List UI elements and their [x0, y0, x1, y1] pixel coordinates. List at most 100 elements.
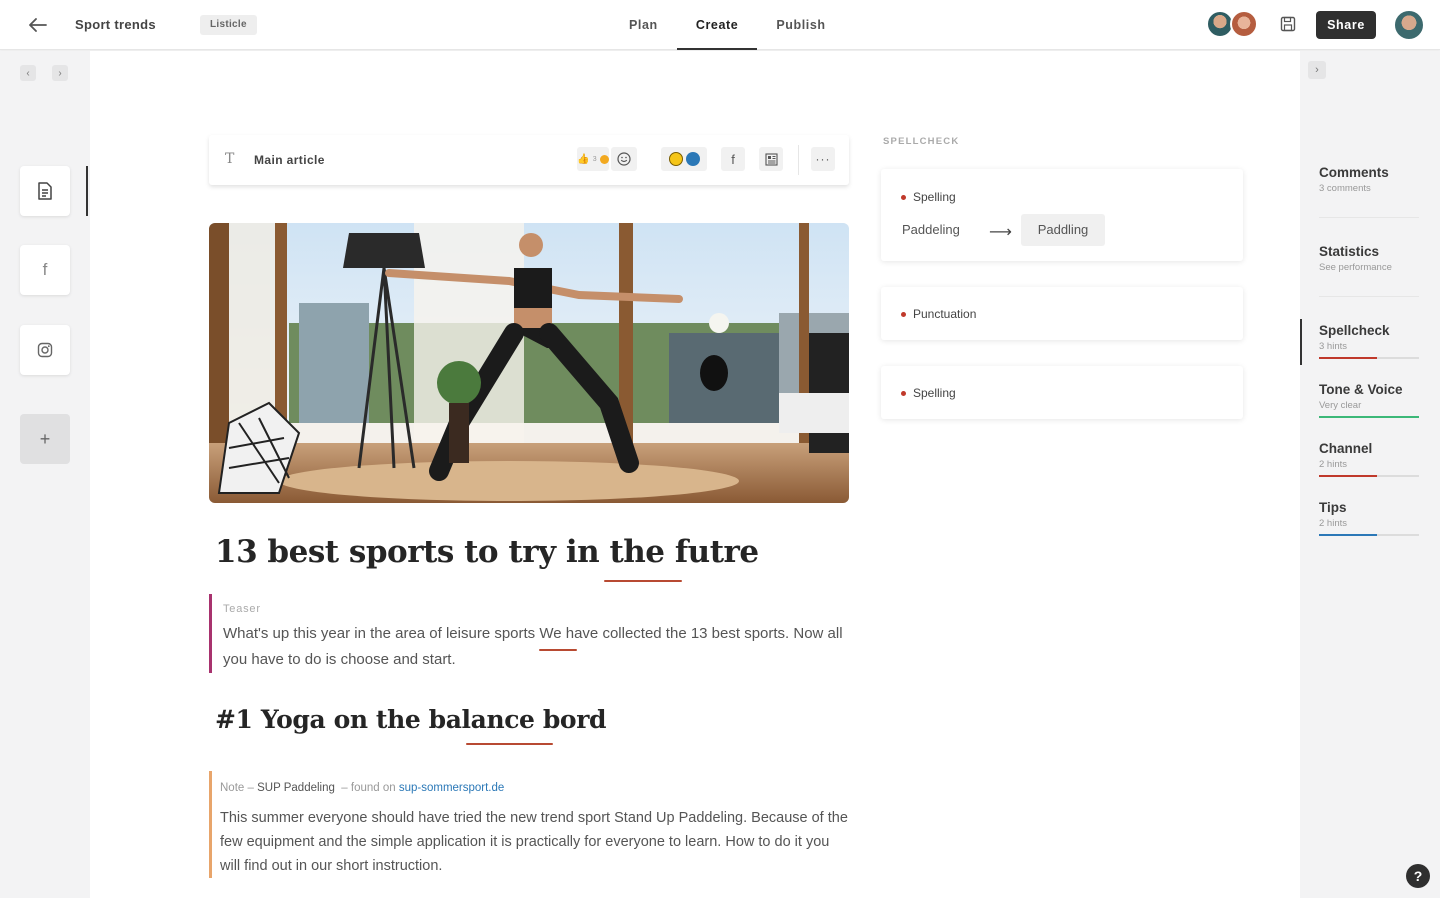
- sidebar-item-title: Tone & Voice: [1319, 382, 1403, 397]
- hero-image[interactable]: [209, 223, 849, 503]
- block-toolbar: T Main article 👍 3 f ···: [209, 135, 849, 185]
- arrow-left-icon: [29, 18, 47, 32]
- sidebar-item-subtitle: See performance: [1319, 262, 1392, 273]
- error-dot-icon: [901, 311, 906, 317]
- spelling-error-underline[interactable]: [604, 580, 682, 582]
- toolbar-divider: [798, 145, 799, 175]
- document-type-badge: Listicle: [200, 15, 257, 35]
- sidebar-item-title: Tips: [1319, 500, 1347, 515]
- facebook-share-button[interactable]: f: [721, 147, 745, 171]
- smiley-icon: [599, 154, 609, 164]
- spellcheck-card-title: Spelling: [901, 386, 956, 400]
- workflow-tabs: Plan Create Publish: [610, 0, 845, 50]
- chevron-left-icon: ‹: [26, 67, 30, 79]
- tab-create[interactable]: Create: [676, 0, 758, 50]
- rail-prev-button[interactable]: ‹: [20, 65, 36, 81]
- progress-fill: [1319, 416, 1419, 418]
- block-label: Main article: [254, 153, 325, 167]
- add-channel-button[interactable]: +: [20, 414, 70, 464]
- spellcheck-card[interactable]: Punctuation: [881, 287, 1243, 340]
- top-bar: Sport trends Listicle Plan Create Publis…: [0, 0, 1440, 50]
- progress-bar: [1319, 357, 1419, 359]
- sidebar-item-tips[interactable]: Tips 2 hints: [1319, 500, 1419, 536]
- facebook-icon: f: [731, 151, 735, 167]
- channel-article-button[interactable]: [20, 166, 70, 216]
- spellcheck-card-title: Spelling: [901, 190, 956, 204]
- teaser-block[interactable]: Teaser What's up this year in the area o…: [209, 594, 849, 673]
- spellcheck-card[interactable]: Spelling Paddeling ⟶ Paddling: [881, 169, 1243, 261]
- assignee-icon: [685, 152, 700, 166]
- progress-bar: [1319, 475, 1419, 477]
- reaction-count: 3: [592, 155, 597, 163]
- progress-fill: [1319, 475, 1377, 477]
- yoga-photo: [209, 223, 849, 503]
- rail-active-indicator: [86, 166, 88, 216]
- teaser-text[interactable]: What's up this year in the area of leisu…: [223, 621, 843, 673]
- spellcheck-card[interactable]: Spelling: [881, 366, 1243, 419]
- section-heading[interactable]: #1 Yoga on the balance bord: [215, 705, 606, 734]
- punctuation-error-underline[interactable]: [539, 649, 577, 651]
- sidebar-item-title: Channel: [1319, 441, 1373, 456]
- back-button[interactable]: [26, 13, 50, 37]
- save-button[interactable]: [1276, 12, 1300, 36]
- tab-plan[interactable]: Plan: [610, 0, 677, 50]
- collaborator-avatar[interactable]: [1230, 10, 1258, 38]
- sidebar-item-title: Comments: [1319, 165, 1389, 180]
- note-source-link[interactable]: sup-sommersport.de: [399, 782, 504, 794]
- newspaper-icon: [764, 152, 778, 166]
- article-headline[interactable]: 13 best sports to try in the futre: [215, 534, 759, 570]
- rail-next-button[interactable]: ›: [52, 65, 68, 81]
- document-title: Sport trends: [75, 17, 156, 32]
- chevron-right-icon: ›: [58, 67, 62, 79]
- sidebar-item-channel[interactable]: Channel 2 hints: [1319, 441, 1419, 477]
- insights-sidebar: › Comments 3 comments Statistics See per…: [1300, 51, 1440, 898]
- floppy-disk-icon: [1280, 16, 1296, 32]
- note-block[interactable]: Note – SUP Paddeling – found on sup-somm…: [209, 771, 849, 878]
- assignees-chip[interactable]: [661, 147, 707, 171]
- progress-fill: [1319, 534, 1377, 536]
- sidebar-item-subtitle: Very clear: [1319, 400, 1362, 411]
- progress-bar: [1319, 416, 1419, 418]
- user-avatar[interactable]: [1393, 9, 1425, 41]
- sidebar-item-comments[interactable]: Comments 3 comments: [1319, 165, 1419, 194]
- sidebar-item-tone-voice[interactable]: Tone & Voice Very clear: [1319, 382, 1419, 418]
- instagram-icon: [37, 342, 53, 358]
- sidebar-active-indicator: [1300, 319, 1302, 365]
- more-horizontal-icon: ···: [815, 152, 831, 166]
- thumbs-up-icon: 👍: [577, 153, 590, 165]
- progress-bar: [1319, 534, 1419, 536]
- add-reaction-button[interactable]: [611, 147, 637, 171]
- more-options-button[interactable]: ···: [811, 147, 835, 171]
- channel-instagram-button[interactable]: [20, 325, 70, 375]
- chevron-right-icon: ›: [1315, 64, 1319, 76]
- sidebar-item-spellcheck[interactable]: Spellcheck 3 hints: [1319, 323, 1419, 359]
- help-button[interactable]: ?: [1406, 864, 1430, 888]
- misspelled-word: Paddeling: [902, 222, 960, 237]
- teaser-label: Teaser: [223, 603, 261, 615]
- tab-publish[interactable]: Publish: [757, 0, 844, 50]
- plus-icon: +: [39, 428, 51, 449]
- editor-canvas: T Main article 👍 3 f ··· 13 best sports …: [90, 51, 1300, 898]
- share-button[interactable]: Share: [1316, 11, 1376, 39]
- assignee-icon: [668, 152, 683, 166]
- progress-fill: [1319, 357, 1377, 359]
- note-label: Note: [220, 782, 245, 794]
- reactions-chip[interactable]: 👍 3: [577, 147, 609, 171]
- spelling-error-underline[interactable]: [466, 743, 553, 745]
- text-block-icon: T: [225, 151, 235, 167]
- spellcheck-heading: SPELLCHECK: [883, 136, 960, 147]
- sidebar-collapse-button[interactable]: ›: [1308, 61, 1326, 79]
- sidebar-item-subtitle: 3 comments: [1319, 183, 1371, 194]
- suggestion-button[interactable]: Paddling: [1021, 214, 1105, 246]
- note-source: SUP Paddeling: [257, 782, 335, 794]
- error-dot-icon: [901, 194, 906, 200]
- channel-facebook-button[interactable]: f: [20, 245, 70, 295]
- sidebar-item-subtitle: 3 hints: [1319, 341, 1347, 352]
- sidebar-item-subtitle: 2 hints: [1319, 518, 1347, 529]
- newsletter-button[interactable]: [759, 147, 783, 171]
- sidebar-item-statistics[interactable]: Statistics See performance: [1319, 244, 1419, 273]
- sidebar-item-title: Statistics: [1319, 244, 1380, 259]
- note-text[interactable]: This summer everyone should have tried t…: [220, 806, 848, 878]
- arrow-right-icon: ⟶: [989, 224, 1012, 241]
- document-icon: [38, 182, 52, 200]
